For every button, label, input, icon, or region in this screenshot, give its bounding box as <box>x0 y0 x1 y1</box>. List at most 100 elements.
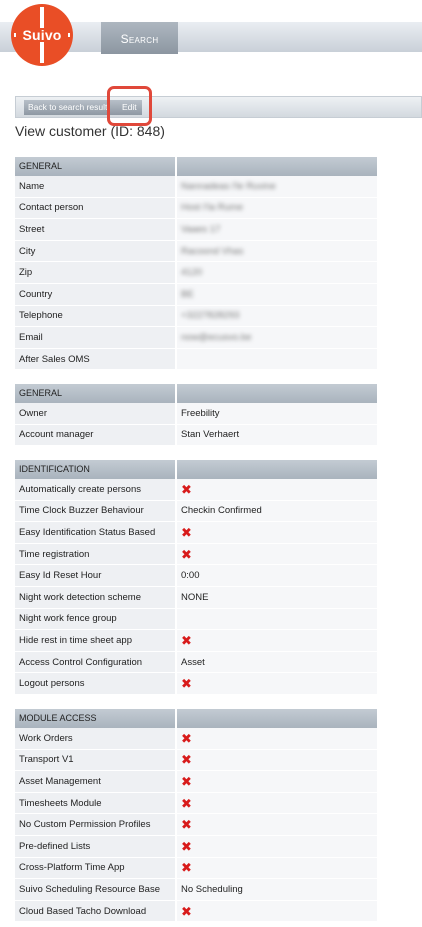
field-value: ✖ <box>177 857 377 879</box>
redacted-value: 4120 <box>181 267 203 279</box>
field-label: Easy Identification Status Based <box>15 522 175 543</box>
field-value: ✖ <box>177 479 377 500</box>
field-label: Night work detection scheme <box>15 586 175 608</box>
field-row: Email now@ecusvo.be <box>15 327 377 349</box>
search-tab[interactable]: Search <box>101 22 178 54</box>
field-label: After Sales OMS <box>15 348 175 370</box>
value-text: NONE <box>181 591 209 603</box>
logo-wordmark: Suivo <box>16 28 68 42</box>
field-row: Telephone +3227828293 <box>15 305 377 328</box>
field-value: ✖ <box>177 543 377 565</box>
field-row: Name Nannadeas l'le Ruvine <box>15 176 377 198</box>
field-label: Logout persons <box>15 673 175 694</box>
field-row: Timesheets Module ✖ <box>15 792 377 815</box>
section-identification: IDENTIFICATION Automatically create perso… <box>15 460 377 695</box>
disabled-cross-icon: ✖ <box>181 524 192 540</box>
action-toolbar: Back to search result Edit <box>15 96 422 118</box>
field-row: Hide rest in time sheet app ✖ <box>15 630 377 652</box>
field-label: No Custom Permission Profiles <box>15 814 175 835</box>
field-label: Cloud Based Tacho Download <box>15 900 175 922</box>
field-row: Asset Management ✖ <box>15 771 377 793</box>
field-label: Automatically create persons <box>15 479 175 500</box>
section-header-fill <box>177 384 377 403</box>
value-text: 0:00 <box>181 570 200 582</box>
value-text: Stan Verhaert <box>181 429 240 441</box>
field-label: Time registration <box>15 543 175 565</box>
field-value: Host I'la Rume <box>177 197 377 219</box>
field-row: Night work fence group <box>15 608 377 631</box>
field-row: Time registration ✖ <box>15 543 377 566</box>
field-value: Asset <box>177 651 377 673</box>
value-text: Freebility <box>181 407 220 419</box>
field-label: Street <box>15 219 175 240</box>
section-header: MODULE ACCESS <box>15 709 377 728</box>
disabled-cross-icon: ✖ <box>181 795 192 811</box>
value-text: Asset <box>181 656 205 668</box>
field-row: Cross-Platform Time App ✖ <box>15 857 377 880</box>
field-value: Checkin Confirmed <box>177 500 377 522</box>
field-value: ✖ <box>177 814 377 835</box>
redacted-value: Nannadeas l'le Ruvine <box>181 180 276 192</box>
value-text: No Scheduling <box>181 883 243 895</box>
redacted-value: Host I'la Rume <box>181 202 244 214</box>
suivo-logo[interactable]: Suivo <box>11 4 73 66</box>
disabled-cross-icon: ✖ <box>181 676 192 692</box>
field-row: Contact person Host I'la Rume <box>15 197 377 220</box>
disabled-cross-icon: ✖ <box>181 730 192 746</box>
field-value: 4120 <box>177 262 377 283</box>
field-label: Asset Management <box>15 771 175 792</box>
field-value: ✖ <box>177 728 377 749</box>
field-value: now@ecusvo.be <box>177 327 377 348</box>
field-row: Pre-defined Lists ✖ <box>15 835 377 858</box>
field-value: ✖ <box>177 522 377 543</box>
redacted-value: BE <box>181 288 194 300</box>
field-row: Automatically create persons ✖ <box>15 479 377 501</box>
field-value: Freebility <box>177 403 377 424</box>
field-row: Country BE <box>15 283 377 306</box>
field-value: Vaaes 17 <box>177 219 377 240</box>
value-text: Checkin Confirmed <box>181 505 262 517</box>
field-row: Night work detection scheme NONE <box>15 586 377 609</box>
field-label: Email <box>15 327 175 348</box>
field-value: ✖ <box>177 749 377 771</box>
field-value <box>177 608 377 630</box>
field-row: Transport V1 ✖ <box>15 749 377 772</box>
field-value: ✖ <box>177 630 377 651</box>
field-value: ✖ <box>177 900 377 922</box>
disabled-cross-icon: ✖ <box>181 903 192 919</box>
section-header-fill <box>177 460 377 479</box>
field-row: Time Clock Buzzer Behaviour Checkin Confi… <box>15 500 377 523</box>
disabled-cross-icon: ✖ <box>181 481 192 497</box>
disabled-cross-icon: ✖ <box>181 632 192 648</box>
field-label: City <box>15 240 175 262</box>
highlight-annotation <box>107 86 152 126</box>
field-label: Pre-defined Lists <box>15 835 175 857</box>
field-value: Nannadeas l'le Ruvine <box>177 176 377 197</box>
field-row: Easy Identification Status Based ✖ <box>15 522 377 544</box>
field-value <box>177 348 377 370</box>
field-value: 0:00 <box>177 565 377 586</box>
field-label: Cross-Platform Time App <box>15 857 175 879</box>
section-title: MODULE ACCESS <box>15 709 175 728</box>
field-value: NONE <box>177 586 377 608</box>
field-value: ✖ <box>177 673 377 694</box>
field-label: Work Orders <box>15 728 175 749</box>
field-value: No Scheduling <box>177 879 377 900</box>
field-value: Stan Verhaert <box>177 424 377 446</box>
field-row: Account manager Stan Verhaert <box>15 424 377 447</box>
section-title: GENERAL <box>15 157 175 176</box>
field-row: Owner Freebility <box>15 403 377 425</box>
field-value: ✖ <box>177 835 377 857</box>
redacted-value: +3227828293 <box>181 310 240 322</box>
field-value: Racoond Vhas <box>177 240 377 262</box>
disabled-cross-icon: ✖ <box>181 838 192 854</box>
field-label: Suivo Scheduling Resource Base <box>15 879 175 900</box>
field-value: ✖ <box>177 771 377 792</box>
disabled-cross-icon: ✖ <box>181 752 192 768</box>
redacted-value: now@ecusvo.be <box>181 331 252 343</box>
disabled-cross-icon: ✖ <box>181 773 192 789</box>
field-label: Telephone <box>15 305 175 327</box>
field-value: +3227828293 <box>177 305 377 327</box>
section-title: GENERAL <box>15 384 175 403</box>
field-row: City Racoond Vhas <box>15 240 377 263</box>
